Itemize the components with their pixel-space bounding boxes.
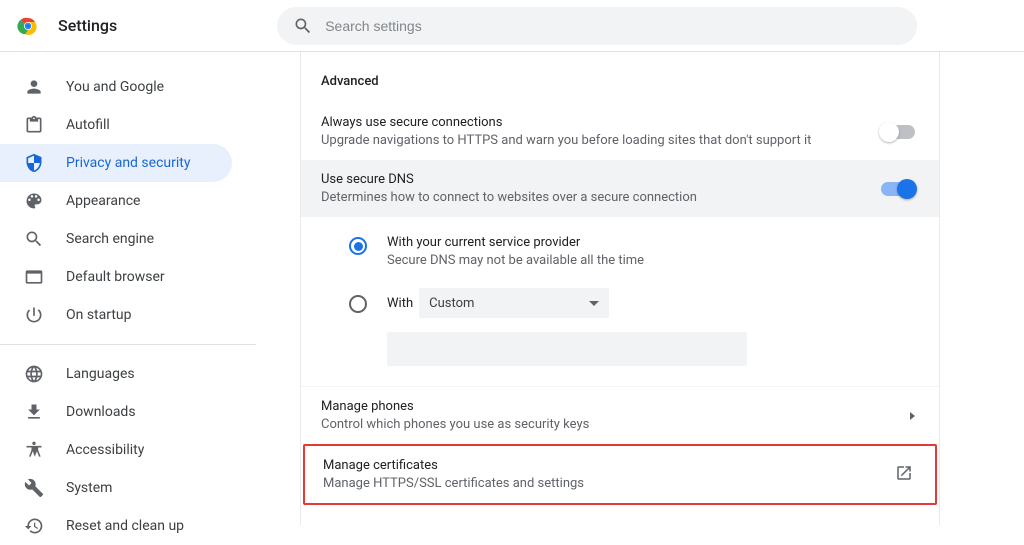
sidebar-item-languages[interactable]: Languages [0,355,232,393]
download-icon [24,402,44,422]
row-manage-phones[interactable]: Manage phones Control which phones you u… [301,386,939,444]
main-panel: Advanced Always use secure connections U… [300,52,940,525]
dns-provider-dropdown[interactable]: Custom [419,288,609,318]
secure-dns-toggle[interactable] [881,182,915,196]
dns-opt1-title: With your current service provider [387,235,644,250]
sidebar-item-autofill[interactable]: Autofill [0,106,232,144]
search-icon [293,16,313,36]
wrench-icon [24,478,44,498]
row-secure-connections: Always use secure connections Upgrade na… [301,103,939,160]
dns-option-current-provider[interactable]: With your current service provider Secur… [349,225,919,278]
row-manage-certificates[interactable]: Manage certificates Manage HTTPS/SSL cer… [303,444,937,505]
globe-icon [24,364,44,384]
sidebar-item-default-browser[interactable]: Default browser [0,258,232,296]
chrome-logo-icon [16,14,40,38]
manage-certs-subtitle: Manage HTTPS/SSL certificates and settin… [323,476,584,491]
sidebar-item-label: On startup [66,307,132,323]
secure-connections-toggle[interactable] [881,125,915,139]
sidebar-item-label: You and Google [66,79,164,95]
browser-icon [24,267,44,287]
restore-icon [24,516,44,536]
sidebar-item-label: Accessibility [66,442,144,458]
sidebar: You and Google Autofill Privacy and secu… [0,52,256,525]
manage-phones-subtitle: Control which phones you use as security… [321,417,589,432]
row-secure-dns: Use secure DNS Determines how to connect… [301,160,939,217]
power-icon [24,305,44,325]
sidebar-item-label: Privacy and security [66,155,190,171]
sidebar-item-system[interactable]: System [0,469,232,507]
sidebar-item-downloads[interactable]: Downloads [0,393,232,431]
sidebar-item-label: Appearance [66,193,140,209]
accessibility-icon [24,440,44,460]
dns-custom-input[interactable] [387,332,747,366]
dns-option-custom[interactable]: With Custom [349,278,919,328]
sidebar-divider [0,344,256,345]
sidebar-item-label: Default browser [66,269,165,285]
chevron-down-icon [589,301,599,306]
person-icon [24,77,44,97]
page-title: Settings [58,16,117,35]
radio-icon[interactable] [349,237,367,255]
secure-dns-subtitle: Determines how to connect to websites ov… [321,190,697,205]
clipboard-icon [24,115,44,135]
dns-opt2-title: With [387,296,413,311]
open-external-icon [895,464,913,486]
header: Settings [0,0,1024,52]
sidebar-item-search-engine[interactable]: Search engine [0,220,232,258]
shield-icon [24,153,44,173]
manage-certs-title: Manage certificates [323,458,584,473]
sidebar-item-privacy[interactable]: Privacy and security [0,144,232,182]
secure-dns-options: With your current service provider Secur… [301,217,939,386]
search-icon [24,229,44,249]
palette-icon [24,191,44,211]
section-advanced-heading: Advanced [301,52,939,103]
manage-phones-title: Manage phones [321,399,589,414]
sidebar-item-reset[interactable]: Reset and clean up [0,507,232,545]
sidebar-item-label: Autofill [66,117,110,133]
dns-dropdown-value: Custom [429,296,474,311]
sidebar-item-label: System [66,480,112,496]
search-box[interactable] [277,7,917,45]
sidebar-item-appearance[interactable]: Appearance [0,182,232,220]
dns-opt1-subtitle: Secure DNS may not be available all the … [387,253,644,268]
chevron-right-icon [910,412,915,420]
sidebar-item-label: Languages [66,366,135,382]
sidebar-item-you-and-google[interactable]: You and Google [0,68,232,106]
search-input[interactable] [325,18,901,34]
secure-connections-title: Always use secure connections [321,115,811,130]
sidebar-item-label: Search engine [66,231,154,247]
secure-dns-title: Use secure DNS [321,172,697,187]
sidebar-item-on-startup[interactable]: On startup [0,296,232,334]
sidebar-item-label: Reset and clean up [66,518,184,534]
sidebar-item-label: Downloads [66,404,136,420]
radio-icon[interactable] [349,295,367,313]
secure-connections-subtitle: Upgrade navigations to HTTPS and warn yo… [321,133,811,148]
sidebar-item-accessibility[interactable]: Accessibility [0,431,232,469]
